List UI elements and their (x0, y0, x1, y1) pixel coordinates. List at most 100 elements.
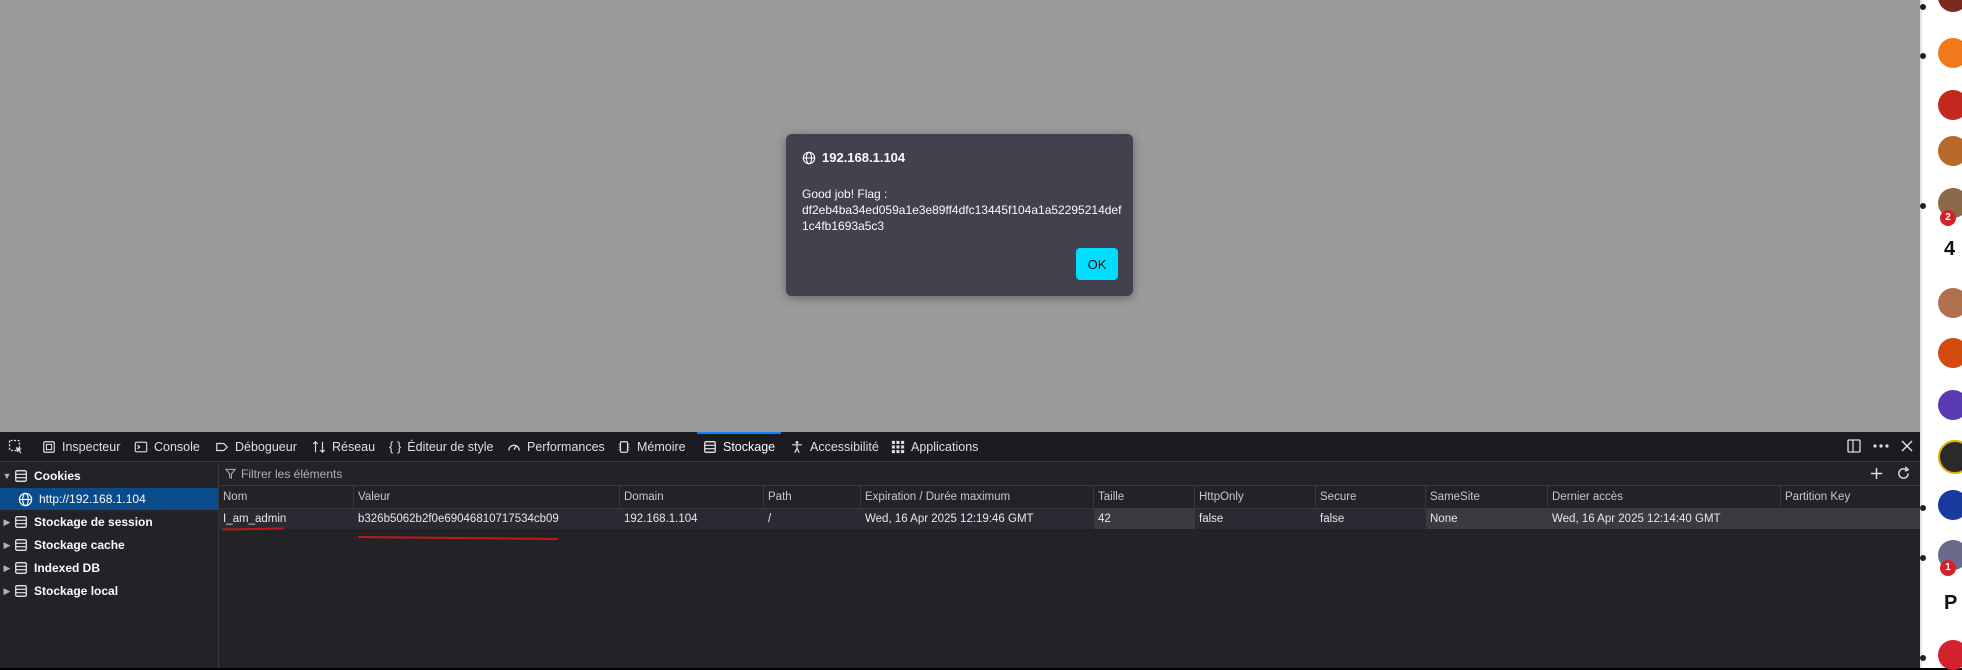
app-avatar-icon[interactable] (1938, 440, 1962, 474)
performance-icon (508, 444, 520, 451)
collapsed-arrow-icon: ▶ (3, 539, 11, 550)
indicator-dot (1920, 203, 1926, 209)
cookie-size-cell[interactable]: 42 (1094, 509, 1195, 529)
tab-label: Accessibilité (810, 439, 879, 454)
cookie-last-accessed-cell[interactable]: Wed, 16 Apr 2025 12:14:40 GMT (1548, 509, 1781, 529)
tab-label: Inspecteur (62, 439, 121, 454)
tab-memoire[interactable]: Mémoire (617, 432, 686, 461)
storage-icon (15, 470, 27, 482)
column-header[interactable]: Expiration / Durée maximum (861, 486, 1094, 508)
tab-label: Console (154, 439, 200, 454)
ok-button[interactable]: OK (1076, 248, 1118, 280)
alert-origin: 192.168.1.104 (822, 150, 906, 165)
side-letter: P (1944, 592, 1958, 614)
devtools-toolbar: Inspecteur Console Débogueur Réseau { } … (0, 432, 1920, 462)
globe-icon (18, 492, 33, 506)
annotation-underline (221, 527, 285, 531)
sidebar-item-local-storage[interactable]: ▶ Stockage local (0, 580, 218, 602)
tab-label: Applications (911, 439, 979, 454)
tab-performances[interactable]: Performances (507, 432, 605, 461)
sidebar-item-cookies[interactable]: ▼ Cookies (0, 465, 218, 487)
sidebar-item-label: Stockage cache (34, 538, 125, 552)
close-icon[interactable] (1900, 438, 1914, 454)
storage-icon (15, 562, 27, 574)
tab-editeur-de-style[interactable]: { } Éditeur de style (389, 432, 493, 461)
console-icon (134, 441, 148, 452)
app-avatar-icon[interactable] (1938, 490, 1962, 520)
app-avatar-icon[interactable] (1938, 136, 1962, 166)
sidebar-item-indexed-db[interactable]: ▶ Indexed DB (0, 557, 218, 579)
column-header[interactable]: Domain (620, 486, 764, 508)
cookie-value-cell[interactable]: b326b5062b2f0e69046810717534cb09 (354, 509, 620, 529)
cookie-samesite-cell[interactable]: None (1426, 509, 1548, 529)
tab-stockage[interactable]: Stockage (696, 432, 782, 461)
debugger-icon (216, 442, 229, 451)
tab-label: Débogueur (235, 439, 297, 454)
refresh-icon[interactable] (1896, 466, 1911, 481)
memory-icon (618, 440, 630, 453)
more-options-icon[interactable] (1872, 438, 1890, 454)
app-avatar-icon[interactable] (1938, 38, 1962, 68)
cookie-path-cell[interactable]: / (764, 509, 861, 529)
tab-debogueur[interactable]: Débogueur (215, 432, 297, 461)
accessibility-icon (792, 440, 802, 453)
filter-icon (225, 468, 236, 479)
column-header[interactable]: Secure (1316, 486, 1426, 508)
network-icon (312, 440, 326, 453)
app-avatar-icon[interactable] (1938, 0, 1962, 12)
expanded-arrow-icon: ▼ (2, 471, 12, 481)
tab-accessibilite[interactable]: Accessibilité (790, 432, 879, 461)
inspector-icon (43, 440, 55, 453)
storage-icon (704, 440, 716, 453)
cookie-expires-cell[interactable]: Wed, 16 Apr 2025 12:19:46 GMT (861, 509, 1094, 529)
tab-label: Stockage (723, 439, 776, 454)
devtools-panel: Inspecteur Console Débogueur Réseau { } … (0, 432, 1920, 668)
app-avatar-icon[interactable] (1938, 338, 1962, 368)
column-header[interactable]: SameSite (1426, 486, 1548, 508)
sidebar-item-cache-storage[interactable]: ▶ Stockage cache (0, 534, 218, 556)
column-header[interactable]: HttpOnly (1195, 486, 1316, 508)
globe-icon (802, 151, 816, 164)
tab-label: Éditeur de style (407, 439, 494, 454)
storage-sidebar: ▼ Cookies http://192.168.1.104 ▶ Stockag… (0, 462, 219, 668)
sidebar-item-label: Stockage de session (34, 515, 153, 529)
tab-console[interactable]: Console (134, 432, 200, 461)
column-header[interactable]: Nom (219, 486, 354, 508)
notification-badge: 2 (1940, 210, 1956, 226)
column-header[interactable]: Taille (1094, 486, 1195, 508)
page-viewport: 192.168.1.104 Good job! Flag : df2eb4ba3… (0, 0, 1920, 432)
column-header[interactable]: Valeur (354, 486, 620, 508)
cookie-partition-key-cell[interactable] (1781, 509, 1920, 529)
add-icon[interactable] (1869, 466, 1884, 481)
collapsed-arrow-icon: ▶ (3, 562, 11, 573)
column-header[interactable]: Path (764, 486, 861, 508)
side-divider (1920, 0, 1922, 668)
collapsed-arrow-icon: ▶ (3, 585, 11, 596)
tab-label: Mémoire (637, 439, 686, 454)
cookie-httponly-cell[interactable]: false (1195, 509, 1316, 529)
column-header[interactable]: Partition Key (1781, 486, 1920, 508)
cookie-name-cell[interactable]: I_am_admin (219, 509, 354, 529)
sidebar-item-session-storage[interactable]: ▶ Stockage de session (0, 511, 218, 533)
tab-reseau[interactable]: Réseau (312, 432, 375, 461)
column-header[interactable]: Dernier accès (1548, 486, 1781, 508)
app-avatar-icon[interactable] (1938, 640, 1962, 670)
indicator-dot (1920, 4, 1926, 10)
sidebar-item-cookie-host[interactable]: http://192.168.1.104 (0, 488, 218, 510)
table-row[interactable]: I_am_admin b326b5062b2f0e69046810717534c… (219, 509, 1920, 529)
indicator-dot (1920, 505, 1926, 511)
app-avatar-icon[interactable] (1938, 90, 1962, 120)
filter-bar (219, 462, 1920, 486)
cookie-domain-cell[interactable]: 192.168.1.104 (620, 509, 764, 529)
filter-input[interactable] (239, 465, 1543, 483)
cookie-secure-cell[interactable]: false (1316, 509, 1426, 529)
element-picker-button[interactable] (8, 432, 30, 461)
collapsed-arrow-icon: ▶ (3, 516, 11, 527)
app-avatar-icon[interactable] (1938, 390, 1962, 420)
sidebar-item-label: Stockage local (34, 584, 119, 598)
dock-icon[interactable] (1846, 438, 1862, 454)
tab-applications[interactable]: Applications (891, 432, 978, 461)
tab-inspecteur[interactable]: Inspecteur (42, 432, 120, 461)
sidebar-item-label: Cookies (34, 469, 81, 483)
app-avatar-icon[interactable] (1938, 288, 1962, 318)
